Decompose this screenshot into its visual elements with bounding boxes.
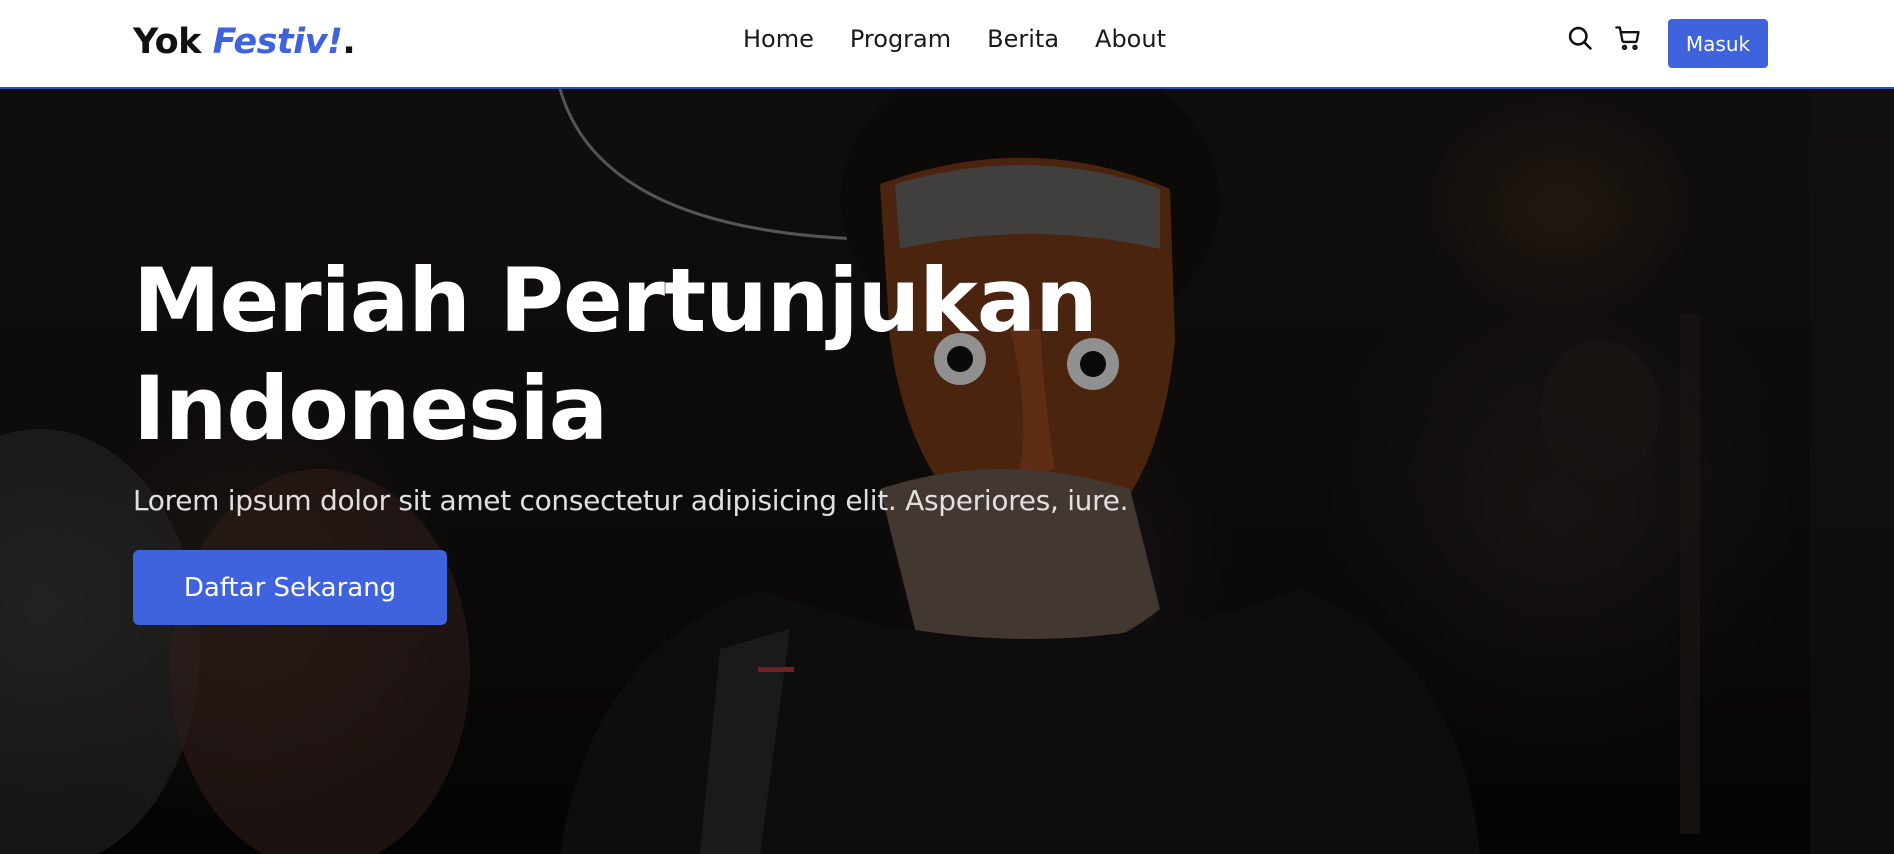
logo-prefix: Yok xyxy=(133,22,213,62)
navbar: Yok Festiv!. Home Program Berita About M… xyxy=(0,0,1894,89)
search-icon[interactable] xyxy=(1566,24,1594,52)
brand-logo[interactable]: Yok Festiv!. xyxy=(133,22,356,62)
nav-link-about[interactable]: About xyxy=(1095,24,1166,54)
cart-icon[interactable] xyxy=(1614,24,1642,52)
hero-section: Meriah Pertunjukan Indonesia Lorem ipsum… xyxy=(0,89,1894,854)
logo-accent: Festiv! xyxy=(212,22,343,62)
nav-link-home[interactable]: Home xyxy=(743,24,814,54)
nav-link-berita[interactable]: Berita xyxy=(987,24,1059,54)
main-nav: Home Program Berita About xyxy=(743,24,1166,54)
login-button[interactable]: Masuk xyxy=(1668,19,1768,68)
hero-subtitle: Lorem ipsum dolor sit amet consectetur a… xyxy=(133,484,1129,517)
hero-title-line1: Meriah Pertunjukan xyxy=(133,249,1098,352)
hero-title: Meriah Pertunjukan Indonesia xyxy=(133,247,1133,463)
nav-link-program[interactable]: Program xyxy=(850,24,951,54)
hero-background-image xyxy=(0,89,1894,854)
nav-icons xyxy=(1566,24,1642,52)
logo-suffix: . xyxy=(342,22,356,62)
hero-title-line2: Indonesia xyxy=(133,357,608,460)
register-button[interactable]: Daftar Sekarang xyxy=(133,550,447,625)
